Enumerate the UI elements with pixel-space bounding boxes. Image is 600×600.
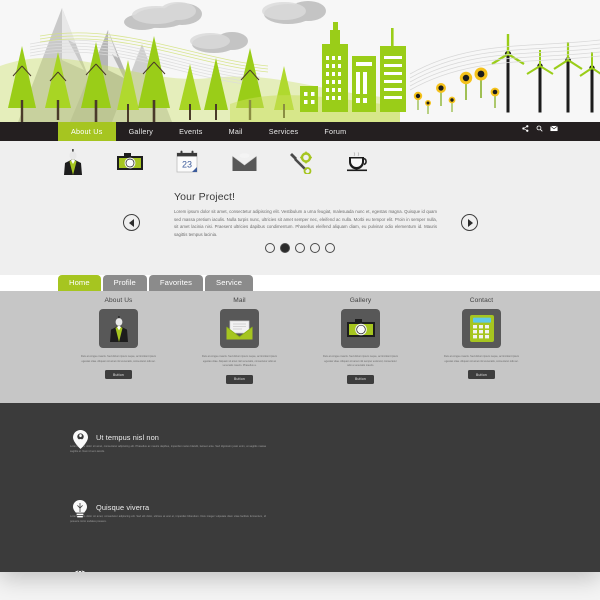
envelope-icon[interactable] xyxy=(220,309,259,348)
mail-icon[interactable] xyxy=(550,125,558,132)
search-icon[interactable] xyxy=(536,125,543,132)
nav-utility-icons xyxy=(522,125,558,132)
card-title: About Us xyxy=(104,297,133,304)
share-icon[interactable] xyxy=(522,125,529,132)
nav-item-forum[interactable]: Forum xyxy=(311,122,359,141)
page-title: Your Project! xyxy=(174,191,236,203)
card-title: Contact xyxy=(469,297,494,304)
card-text: Duis at congue mauris. Sed dictum ipsum … xyxy=(443,355,520,363)
nav-item-mail[interactable]: Mail xyxy=(216,122,256,141)
icon-strip: 23 xyxy=(0,141,600,183)
globe-icon xyxy=(70,569,90,572)
feature-cards: About Us Duis at congue mauris. Sed dictu… xyxy=(58,291,542,403)
feature-item: Sed elit dolorLorem ipsum dolor sit amet… xyxy=(70,569,310,572)
tab-favorites[interactable]: Favorites xyxy=(148,275,204,291)
wrench-gear-icon[interactable] xyxy=(288,145,314,179)
calculator-icon[interactable] xyxy=(462,309,501,348)
feature-title: Quisque viverra xyxy=(96,503,150,512)
carousel-dot[interactable] xyxy=(295,243,305,253)
hero-copy: Your Project! Lorem ipsum dolor sit amet… xyxy=(174,191,437,238)
tab-list: Home Profile Favorites Service xyxy=(58,275,254,291)
card-title: Gallery xyxy=(349,297,372,304)
envelope-icon[interactable] xyxy=(231,145,257,179)
tab-home[interactable]: Home xyxy=(58,275,101,291)
camera-icon[interactable] xyxy=(341,309,380,348)
businessman-icon[interactable] xyxy=(60,145,86,179)
carousel-dot[interactable] xyxy=(310,243,320,253)
carousel-next-button[interactable] xyxy=(461,214,478,231)
tab-bar: Home Profile Favorites Service xyxy=(0,275,600,291)
nav-item-services[interactable]: Services xyxy=(256,122,312,141)
hero-body-text: Lorem ipsum dolor sit amet, consectetur … xyxy=(174,209,437,237)
card-button[interactable]: Button xyxy=(104,370,132,380)
card-button[interactable]: Button xyxy=(225,374,253,384)
carousel-prev-button[interactable] xyxy=(123,214,140,231)
nav-item-events[interactable]: Events xyxy=(166,122,215,141)
nav-items: About Us Gallery Events Mail Services Forum xyxy=(58,122,359,141)
card-title: Mail xyxy=(233,297,246,304)
carousel-dot[interactable] xyxy=(280,243,290,253)
nav-item-about-us[interactable]: About Us xyxy=(58,122,116,141)
tab-profile[interactable]: Profile xyxy=(102,275,147,291)
coffee-cup-icon[interactable] xyxy=(345,145,371,179)
lightbulb-icon xyxy=(70,499,90,519)
card-text: Duis at congue mauris. Sed dictum ipsum … xyxy=(322,355,399,368)
map-pin-icon xyxy=(70,429,90,449)
card-button[interactable]: Button xyxy=(467,370,495,380)
feature-card: Mail Duis at congue mauris. Sed dictum ip… xyxy=(179,291,300,403)
main-navigation: About Us Gallery Events Mail Services Forum xyxy=(0,122,600,141)
website-mockup: About Us Gallery Events Mail Services Forum xyxy=(0,0,600,572)
feature-card: Contact Duis at congue mauris. Sed dictum… xyxy=(421,291,542,403)
hero-slider: Your Project! Lorem ipsum dolor sit amet… xyxy=(0,183,600,275)
carousel-dots xyxy=(0,243,600,253)
nav-item-gallery[interactable]: Gallery xyxy=(116,122,167,141)
feature-text: Lorem ipsum dolor sit amet, consectetur … xyxy=(70,515,266,523)
card-text: Duis at congue mauris. Sed dictum ipsum … xyxy=(201,355,278,368)
feature-card: About Us Duis at congue mauris. Sed dictu… xyxy=(58,291,179,403)
feature-cards-band: About Us Duis at congue mauris. Sed dictu… xyxy=(0,291,600,403)
tab-service[interactable]: Service xyxy=(205,275,254,291)
camera-icon[interactable] xyxy=(117,145,143,179)
feature-title: Ut tempus nisl non xyxy=(96,433,160,442)
card-text: Duis at congue mauris. Sed dictum ipsum … xyxy=(80,355,157,363)
feature-title: Sed elit dolor xyxy=(96,569,310,572)
feature-item: Quisque viverra Lorem ipsum dolor sit ame… xyxy=(70,499,310,545)
businessman-icon[interactable] xyxy=(99,309,138,348)
feature-list: Ut tempus nisl non Lorem ipsum dolor sit … xyxy=(70,429,310,572)
feature-text: Lorem ipsum dolor sit amet, consectetur … xyxy=(70,445,266,453)
carousel-dot[interactable] xyxy=(265,243,275,253)
header-illustration xyxy=(0,0,600,122)
feature-item: Ut tempus nisl non Lorem ipsum dolor sit … xyxy=(70,429,310,475)
footer-section: Ut tempus nisl non Lorem ipsum dolor sit … xyxy=(0,403,600,572)
calendar-day: 23 xyxy=(182,160,192,170)
calendar-icon[interactable]: 23 xyxy=(174,145,200,179)
screenshot-root: About Us Gallery Events Mail Services Forum xyxy=(0,0,600,600)
carousel-dot[interactable] xyxy=(325,243,335,253)
card-button[interactable]: Button xyxy=(346,374,374,384)
feature-card: Gallery Duis at congue mauris. Sed dictum… xyxy=(300,291,421,403)
